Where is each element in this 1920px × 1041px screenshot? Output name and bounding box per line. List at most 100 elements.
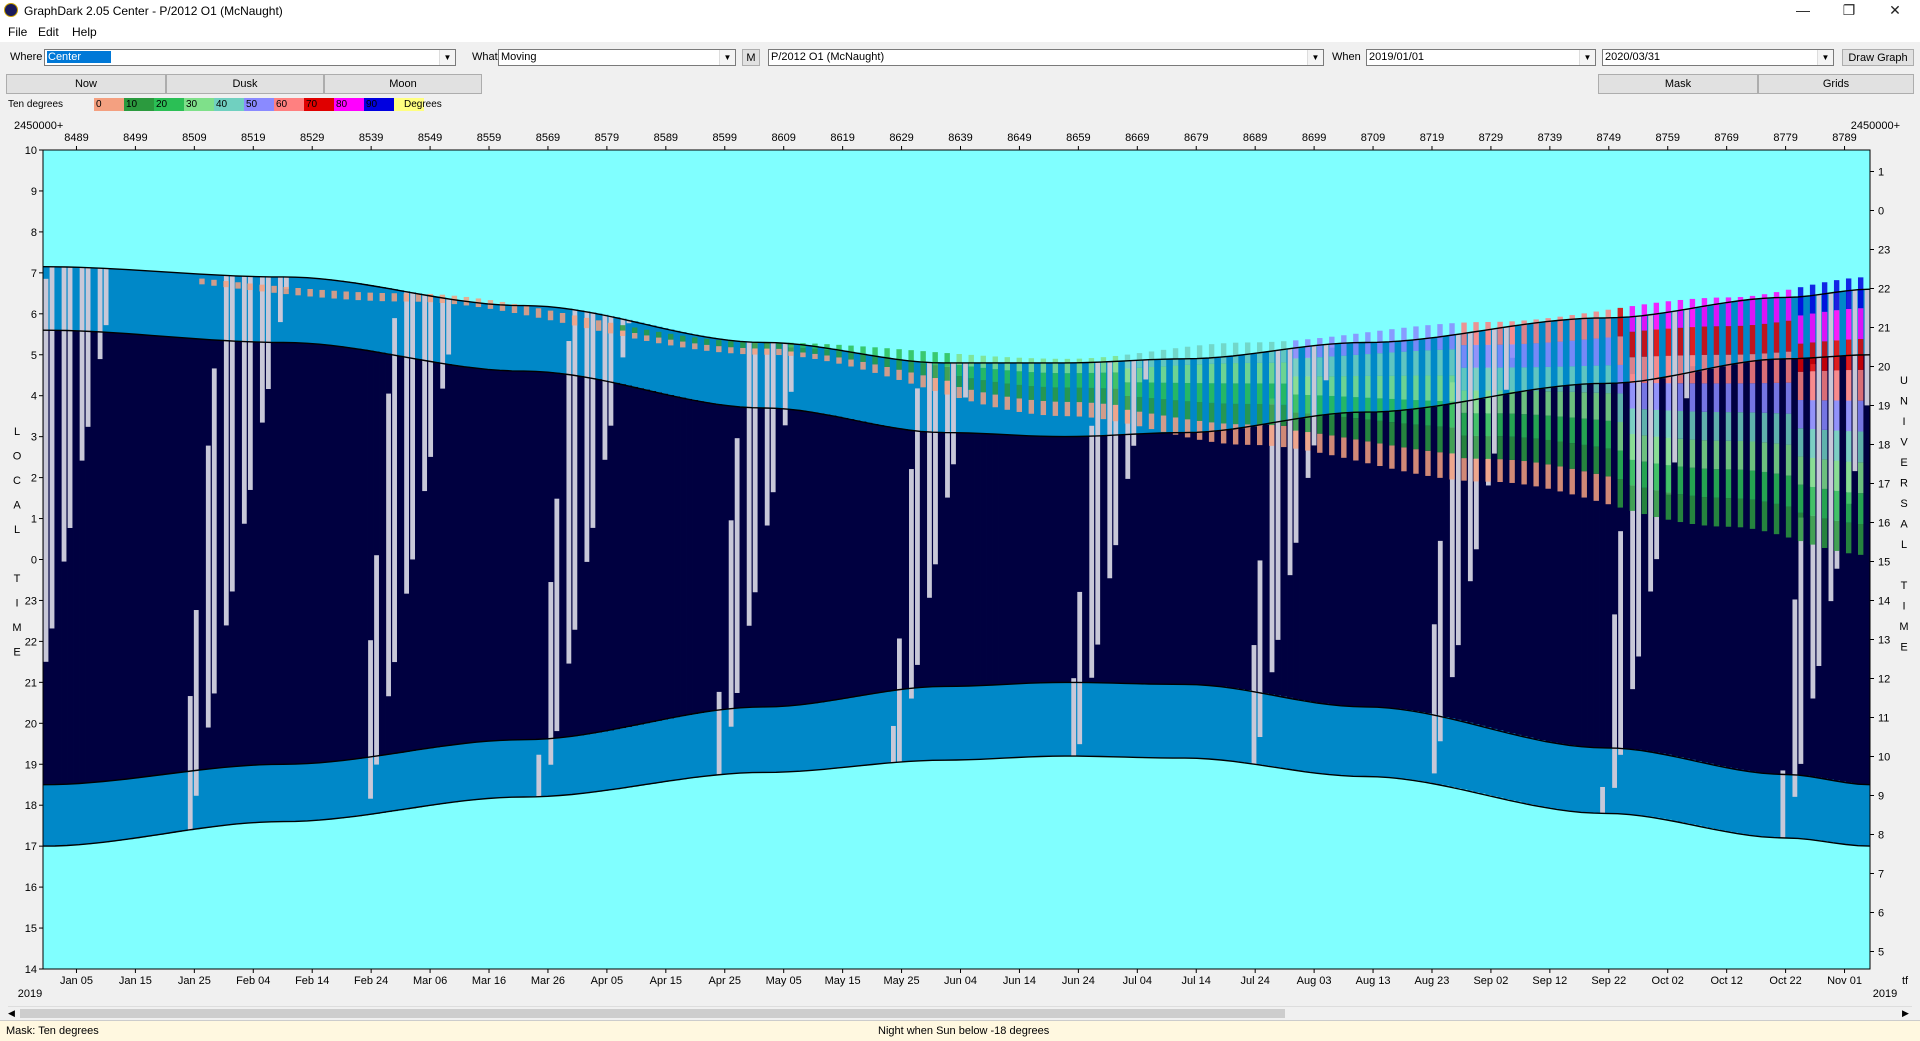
object-altitude-segment (1305, 357, 1311, 377)
object-altitude-segment (1809, 313, 1816, 343)
object-altitude-segment (607, 322, 614, 334)
moon-column (554, 498, 560, 732)
minimize-button[interactable]: — (1780, 0, 1826, 22)
object-altitude-segment (1641, 409, 1648, 436)
twilight-evening (908, 688, 915, 762)
object-altitude-segment (1785, 506, 1792, 538)
right-axis-title-letter: I (1902, 416, 1905, 428)
chevron-down-icon[interactable]: ▼ (1817, 50, 1833, 65)
twilight-morning (649, 325, 657, 391)
night-column (1160, 432, 1168, 685)
moon-column (1437, 540, 1443, 742)
object-altitude-segment (1857, 277, 1864, 309)
left-axis-title-letter: O (13, 451, 22, 463)
twilight-evening (1335, 705, 1342, 776)
twilight-evening (1605, 747, 1612, 814)
object-altitude-segment (1509, 436, 1515, 460)
object-altitude-segment (848, 359, 854, 367)
menu-help[interactable]: Help (72, 25, 97, 39)
tab-moon[interactable]: Moon (324, 74, 482, 94)
object-altitude-segment (1557, 466, 1563, 492)
restore-button[interactable]: ❐ (1826, 0, 1872, 22)
object-altitude-segment (1617, 421, 1623, 451)
jd-tick-label: 8519 (241, 132, 265, 144)
chevron-down-icon[interactable]: ▼ (719, 50, 735, 65)
object-altitude-segment (896, 349, 902, 360)
twilight-morning (463, 301, 471, 367)
chevron-down-icon[interactable]: ▼ (439, 50, 455, 65)
chevron-down-icon[interactable]: ▼ (1579, 50, 1595, 65)
night-column (415, 358, 423, 751)
object-altitude-segment (776, 348, 782, 356)
twilight-evening (980, 685, 987, 760)
night-column (1178, 432, 1186, 685)
close-button[interactable]: ✕ (1872, 0, 1918, 22)
twilight-evening (1647, 751, 1655, 817)
object-altitude-segment (944, 380, 950, 395)
object-altitude-segment (1389, 422, 1395, 446)
twilight-morning (1599, 317, 1606, 384)
scroll-thumb[interactable] (20, 1009, 1285, 1018)
object-altitude-segment (1761, 471, 1768, 502)
object-altitude-segment (391, 293, 397, 302)
m-button[interactable]: M (742, 49, 760, 66)
twilight-morning (1575, 318, 1582, 385)
twilight-evening (1479, 725, 1486, 794)
night-column (980, 433, 987, 686)
moon-column (1672, 311, 1678, 463)
legend-step: 50 (244, 98, 274, 111)
night-column (1755, 360, 1763, 773)
night-column (758, 407, 765, 707)
object-select[interactable]: P/2012 O1 (McNaught) ▼ (768, 49, 1324, 66)
night-column (722, 404, 729, 710)
object-altitude-segment (1341, 335, 1347, 356)
start-date-select[interactable]: 2019/01/01 ▼ (1366, 49, 1596, 66)
what-select[interactable]: Moving ▼ (498, 49, 736, 66)
jd-tick-label: 8689 (1243, 132, 1267, 144)
object-altitude-segment (884, 357, 890, 367)
tab-mask[interactable]: Mask (1598, 74, 1758, 94)
twilight-evening (1022, 683, 1030, 758)
object-altitude-segment (1208, 402, 1215, 423)
moon-column (1275, 350, 1281, 640)
night-column (1190, 432, 1198, 685)
object-altitude-segment (1341, 437, 1347, 458)
twilight-evening (589, 733, 597, 793)
scroll-right-icon[interactable]: ▶ (1902, 1007, 1912, 1020)
twilight-evening (1094, 682, 1102, 757)
moon-column (241, 276, 247, 524)
end-date-select[interactable]: 2020/03/31 ▼ (1602, 49, 1834, 66)
object-altitude-segment (1581, 365, 1587, 393)
twilight-evening (1857, 784, 1865, 846)
night-column (463, 366, 471, 744)
object-altitude-segment (1713, 469, 1720, 498)
night-column (1419, 408, 1426, 713)
twilight-evening (73, 783, 80, 846)
object-altitude-segment (896, 359, 902, 370)
draw-graph-button[interactable]: Draw Graph (1842, 49, 1914, 66)
twilight-evening (43, 784, 50, 847)
horizontal-scrollbar[interactable]: ◀ ▶ (8, 1006, 1912, 1020)
object-altitude-segment (1305, 339, 1311, 358)
object-altitude-segment (1377, 375, 1383, 399)
twilight-evening (1016, 683, 1024, 758)
twilight-evening (974, 685, 981, 760)
night-column (127, 333, 134, 779)
object-altitude-segment (1809, 429, 1816, 458)
where-select[interactable]: Center ▼ (44, 49, 456, 66)
tab-dusk[interactable]: Dusk (166, 74, 324, 94)
object-altitude-segment (1761, 323, 1768, 354)
object-altitude-segment (1052, 401, 1059, 416)
jd-tick-label: 8589 (654, 132, 678, 144)
chevron-down-icon[interactable]: ▼ (1307, 50, 1323, 65)
night-column (956, 432, 963, 687)
twilight-morning (325, 279, 332, 345)
tab-grids[interactable]: Grids (1758, 74, 1914, 94)
twilight-evening (926, 687, 933, 761)
object-altitude-segment (1713, 412, 1720, 441)
menu-edit[interactable]: Edit (38, 25, 59, 39)
scroll-left-icon[interactable]: ◀ (8, 1007, 18, 1020)
tab-now[interactable]: Now (6, 74, 166, 94)
menu-file[interactable]: File (8, 25, 27, 39)
twilight-evening (1503, 731, 1510, 800)
